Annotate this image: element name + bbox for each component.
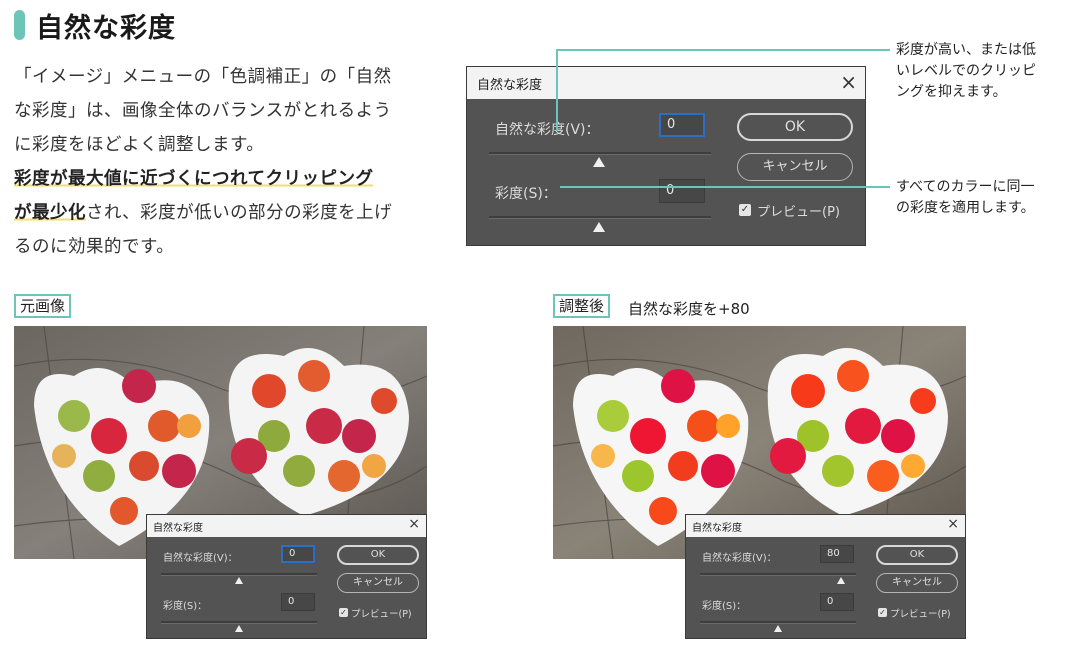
dialog-title: 自然な彩度 <box>153 523 203 534</box>
saturation-slider-track[interactable] <box>489 216 711 219</box>
saturation-input[interactable]: 0 <box>659 179 705 203</box>
adjusted-image-tag: 調整後 <box>553 294 611 318</box>
close-icon[interactable]: × <box>947 516 959 532</box>
preview-label: プレビュー(P) <box>890 609 951 620</box>
callout-top: 彩度が高い、または低 いレベルでのクリッピ ングを抑えます。 <box>896 40 1036 103</box>
preview-label: プレビュー(P) <box>757 205 840 220</box>
dialog-title: 自然な彩度 <box>477 78 543 93</box>
vibrance-input[interactable]: 0 <box>281 545 315 563</box>
vibrance-label: 自然な彩度(V)： <box>163 553 238 564</box>
vibrance-label: 自然な彩度(V)： <box>702 553 777 564</box>
saturation-slider-thumb[interactable] <box>235 625 243 632</box>
emphasis-text-1: 彩度が最大値に近づくにつれてクリッピング <box>14 169 374 189</box>
preview-checkbox[interactable]: ✓ <box>878 608 887 617</box>
saturation-label: 彩度(S)： <box>702 601 747 612</box>
saturation-label: 彩度(S)： <box>163 601 208 612</box>
preview-checkbox[interactable]: ✓ <box>339 608 348 617</box>
callout-top-line-2: いレベルでのクリッピ <box>896 63 1036 79</box>
ok-button[interactable]: OK <box>876 545 958 565</box>
preview-checkbox[interactable]: ✓ <box>739 204 751 216</box>
last-line: るのに効果的です。 <box>14 237 175 257</box>
saturation-label: 彩度(S)： <box>495 186 557 202</box>
vibrance-dialog-original: 自然な彩度 × 自然な彩度(V)： 0 彩度(S)： 0 OK キャンセル ✓ … <box>146 514 427 639</box>
emphasis-line-2: が最少化され、彩度が低いの部分の彩度を上げ <box>14 196 434 230</box>
vibrance-slider-track[interactable] <box>489 152 711 155</box>
close-icon[interactable]: × <box>840 70 857 94</box>
dialog-title: 自然な彩度 <box>692 523 742 534</box>
callout-bottom-line-2: の彩度を適用します。 <box>896 200 1035 216</box>
vibrance-slider-track[interactable] <box>700 573 856 576</box>
vibrance-slider-track[interactable] <box>161 573 317 576</box>
dialog-titlebar: 自然な彩度 × <box>686 515 965 537</box>
callout-top-line-3: ングを抑えます。 <box>896 84 1007 100</box>
body-text: され、彩度が低いの部分の彩度を上げ <box>86 203 393 223</box>
dialog-titlebar: 自然な彩度 × <box>467 67 865 99</box>
saturation-input[interactable]: 0 <box>820 593 854 611</box>
callout-bottom: すべてのカラーに同一 の彩度を適用します。 <box>896 177 1035 219</box>
intro-line-2: な彩度」は、画像全体のバランスがとれるよう <box>14 101 392 121</box>
original-image-tag: 元画像 <box>14 294 72 318</box>
callout-top-line-1: 彩度が高い、または低 <box>896 42 1036 58</box>
vibrance-dialog: 自然な彩度 × 自然な彩度(V)： 0 彩度(S)： 0 OK キャンセル ✓ … <box>466 66 866 246</box>
vibrance-slider-thumb[interactable] <box>235 577 243 584</box>
close-icon[interactable]: × <box>408 516 420 532</box>
page-title: 自然な彩度 <box>36 13 176 44</box>
vibrance-input[interactable]: 80 <box>820 545 854 563</box>
adjusted-caption: 自然な彩度を+80 <box>628 300 750 318</box>
emphasis-text-2: が最少化 <box>14 203 86 223</box>
vibrance-slider-thumb[interactable] <box>593 157 605 167</box>
dialog-titlebar: 自然な彩度 × <box>147 515 426 537</box>
saturation-slider-track[interactable] <box>700 621 856 624</box>
cancel-button[interactable]: キャンセル <box>337 573 419 593</box>
preview-label: プレビュー(P) <box>351 609 412 620</box>
cancel-button[interactable]: キャンセル <box>876 573 958 593</box>
ok-button[interactable]: OK <box>737 113 853 141</box>
saturation-slider-thumb[interactable] <box>774 625 782 632</box>
emphasis-line-1: 彩度が最大値に近づくにつれてクリッピング <box>14 162 434 196</box>
vibrance-label: 自然な彩度(V)： <box>495 122 600 138</box>
vibrance-slider-thumb[interactable] <box>837 577 845 584</box>
callout-line-top <box>556 49 890 51</box>
intro-line-1: 「イメージ」メニューの「色調補正」の「自然 <box>14 67 392 87</box>
vibrance-input[interactable]: 0 <box>659 113 705 137</box>
callout-bottom-line-1: すべてのカラーに同一 <box>896 179 1035 195</box>
callout-line-vertical <box>556 49 558 131</box>
saturation-slider-thumb[interactable] <box>593 222 605 232</box>
saturation-input[interactable]: 0 <box>281 593 315 611</box>
ok-button[interactable]: OK <box>337 545 419 565</box>
callout-line-bottom <box>560 186 890 188</box>
cancel-button[interactable]: キャンセル <box>737 153 853 181</box>
intro-line-3: に彩度をほどよく調整します。 <box>14 135 265 155</box>
saturation-slider-track[interactable] <box>161 621 317 624</box>
heading-accent-bar <box>14 10 25 40</box>
vibrance-dialog-adjusted: 自然な彩度 × 自然な彩度(V)： 80 彩度(S)： 0 OK キャンセル ✓… <box>685 514 966 639</box>
